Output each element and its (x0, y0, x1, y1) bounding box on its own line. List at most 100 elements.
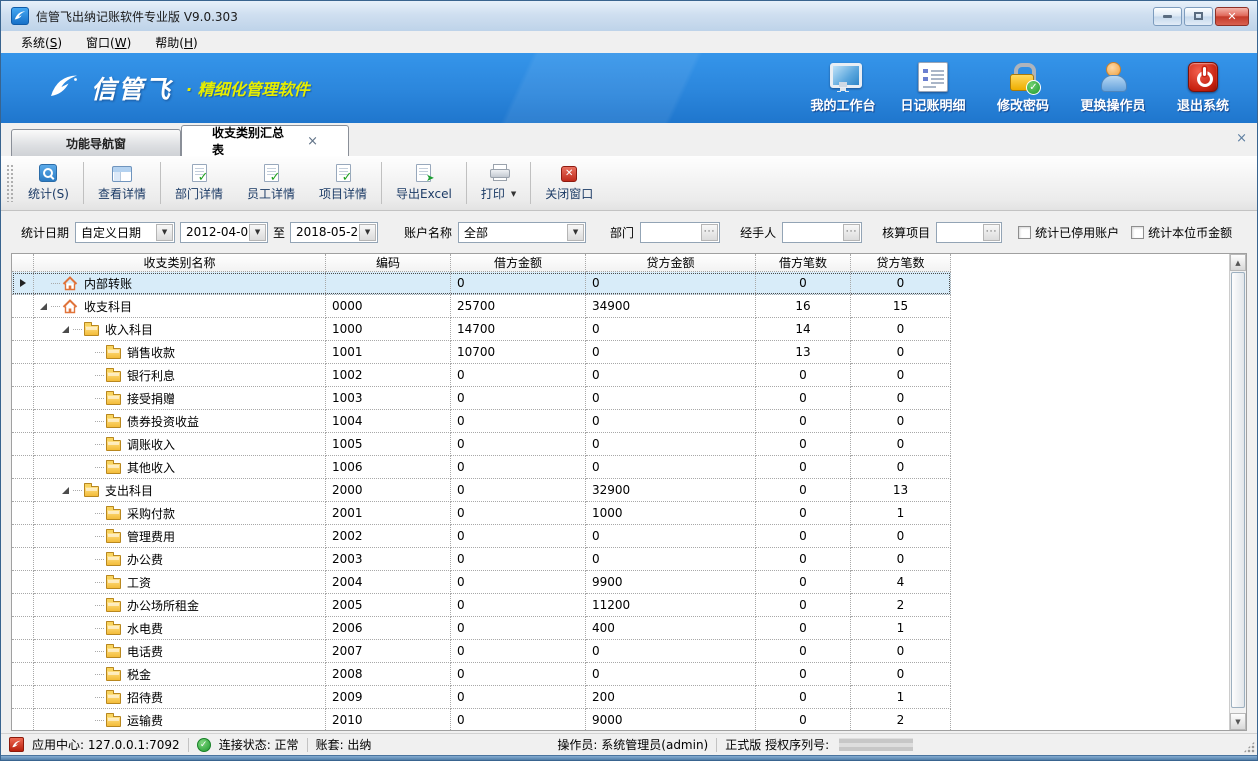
expander-icon[interactable] (40, 303, 47, 310)
vertical-scrollbar[interactable]: ▲ ▼ (1229, 254, 1246, 730)
grid-row[interactable]: 调账收入10050000 (12, 433, 951, 456)
row-selector[interactable] (12, 709, 34, 731)
chevron-down-icon[interactable]: ▼ (567, 224, 584, 241)
grid-row[interactable]: 电话费20070000 (12, 640, 951, 663)
grid-row[interactable]: 债券投资收益10040000 (12, 410, 951, 433)
banner-action-user[interactable]: 更换操作员 (1073, 62, 1153, 114)
ellipsis-icon[interactable]: ··· (701, 224, 718, 241)
toolbar-button-7[interactable]: 打印▼ (469, 158, 528, 208)
checkbox-base-currency[interactable]: 统计本位币金额 (1131, 224, 1232, 241)
tab-close-icon[interactable]: × (307, 134, 318, 149)
checkbox-icon[interactable] (1131, 226, 1144, 239)
menu-item-s[interactable]: 系统(S) (11, 32, 72, 53)
scroll-down-icon[interactable]: ▼ (1230, 713, 1246, 730)
date-mode-combo[interactable]: 自定义日期▼ (75, 222, 175, 243)
row-selector[interactable] (12, 686, 34, 709)
expander-icon[interactable] (62, 326, 69, 333)
checkbox-disabled-accounts[interactable]: 统计已停用账户 (1018, 224, 1119, 241)
scroll-up-icon[interactable]: ▲ (1230, 254, 1246, 271)
grid-row[interactable]: 其他收入10060000 (12, 456, 951, 479)
banner-action-monitor[interactable]: 我的工作台 (803, 62, 883, 114)
row-selector[interactable] (12, 318, 34, 341)
row-selector[interactable] (12, 479, 34, 502)
toolbar-button-4[interactable]: 员工详情 (235, 158, 307, 208)
minimize-button[interactable] (1153, 7, 1182, 26)
toolbar-button-6[interactable]: 导出Excel (384, 158, 464, 208)
account-combo[interactable]: 全部▼ (458, 222, 586, 243)
column-header-4[interactable]: 贷方金额 (586, 254, 756, 272)
row-selector[interactable] (12, 272, 34, 295)
row-selector[interactable] (12, 502, 34, 525)
grid-row[interactable]: 水电费2006040001 (12, 617, 951, 640)
scrollbar-thumb[interactable] (1231, 272, 1245, 708)
resize-grip[interactable] (1243, 741, 1255, 753)
project-input[interactable]: ··· (936, 222, 1002, 243)
tabstrip-close-icon[interactable]: × (1236, 131, 1247, 146)
row-selector[interactable] (12, 663, 34, 686)
ellipsis-icon[interactable]: ··· (843, 224, 860, 241)
menu-item-h[interactable]: 帮助(H) (145, 32, 207, 53)
department-input[interactable]: ··· (640, 222, 720, 243)
banner-action-power[interactable]: 退出系统 (1163, 62, 1243, 114)
grid-row[interactable]: 内部转账0000 (12, 272, 951, 295)
grid-row[interactable]: 银行利息10020000 (12, 364, 951, 387)
grid-row[interactable]: 接受捐赠10030000 (12, 387, 951, 410)
close-button[interactable]: ✕ (1215, 7, 1249, 26)
date-from-combo[interactable]: 2012-04-01▼ (180, 222, 268, 243)
toolbar-button-8[interactable]: 关闭窗口 (533, 158, 605, 208)
column-header-5[interactable]: 借方笔数 (756, 254, 851, 272)
tab-nav-panel[interactable]: 功能导航窗 (11, 129, 181, 156)
row-selector[interactable] (12, 456, 34, 479)
row-selector[interactable] (12, 571, 34, 594)
checkbox-icon[interactable] (1018, 226, 1031, 239)
toolbar-grip[interactable] (6, 164, 13, 202)
banner-action-journal[interactable]: 日记账明细 (893, 62, 973, 114)
row-selector[interactable] (12, 640, 34, 663)
grid-row[interactable]: 销售收款1001107000130 (12, 341, 951, 364)
toolbar-button-1[interactable]: 统计(S) (16, 158, 81, 208)
grid-row[interactable]: 采购付款20010100001 (12, 502, 951, 525)
category-name-cell: 调账收入 (34, 433, 326, 456)
toolbar-button-5[interactable]: 项目详情 (307, 158, 379, 208)
column-header-2[interactable]: 编码 (326, 254, 451, 272)
chevron-down-icon[interactable]: ▼ (511, 190, 516, 198)
row-selector[interactable] (12, 594, 34, 617)
grid-row[interactable]: 运输费20100900002 (12, 709, 951, 731)
row-selector[interactable] (12, 295, 34, 318)
credit-cell: 9000 (586, 709, 756, 731)
grid-row[interactable]: 支出科目2000032900013 (12, 479, 951, 502)
row-selector[interactable] (12, 341, 34, 364)
handler-input[interactable]: ··· (782, 222, 862, 243)
row-selector[interactable] (12, 364, 34, 387)
toolbar-button-2[interactable]: 查看详情 (86, 158, 158, 208)
tree-connector (95, 467, 104, 468)
menu-item-w[interactable]: 窗口(W) (76, 32, 141, 53)
chevron-down-icon[interactable]: ▼ (249, 224, 266, 241)
restore-button[interactable] (1184, 7, 1213, 26)
grid-row[interactable]: 收支科目000025700349001615 (12, 295, 951, 318)
expander-icon[interactable] (62, 487, 69, 494)
row-selector[interactable] (12, 387, 34, 410)
grid-row[interactable]: 收入科目1000147000140 (12, 318, 951, 341)
column-header-1[interactable]: 收支类别名称 (34, 254, 326, 272)
chevron-down-icon[interactable]: ▼ (359, 224, 376, 241)
grid-row[interactable]: 办公费20030000 (12, 548, 951, 571)
row-selector[interactable] (12, 525, 34, 548)
row-selector[interactable] (12, 433, 34, 456)
row-selector[interactable] (12, 410, 34, 433)
grid-row[interactable]: 办公场所租金200501120002 (12, 594, 951, 617)
grid-row[interactable]: 管理费用20020000 (12, 525, 951, 548)
row-selector[interactable] (12, 617, 34, 640)
toolbar-button-3[interactable]: 部门详情 (163, 158, 235, 208)
grid-row[interactable]: 工资20040990004 (12, 571, 951, 594)
column-header-6[interactable]: 贷方笔数 (851, 254, 951, 272)
banner-action-lock[interactable]: ✓修改密码 (983, 62, 1063, 114)
column-header-3[interactable]: 借方金额 (451, 254, 586, 272)
chevron-down-icon[interactable]: ▼ (156, 224, 173, 241)
date-to-combo[interactable]: 2018-05-21▼ (290, 222, 378, 243)
grid-row[interactable]: 税金20080000 (12, 663, 951, 686)
row-selector[interactable] (12, 548, 34, 571)
grid-row[interactable]: 招待费2009020001 (12, 686, 951, 709)
ellipsis-icon[interactable]: ··· (983, 224, 1000, 241)
tab-income-expense-summary[interactable]: 收支类别汇总表× (181, 125, 349, 156)
